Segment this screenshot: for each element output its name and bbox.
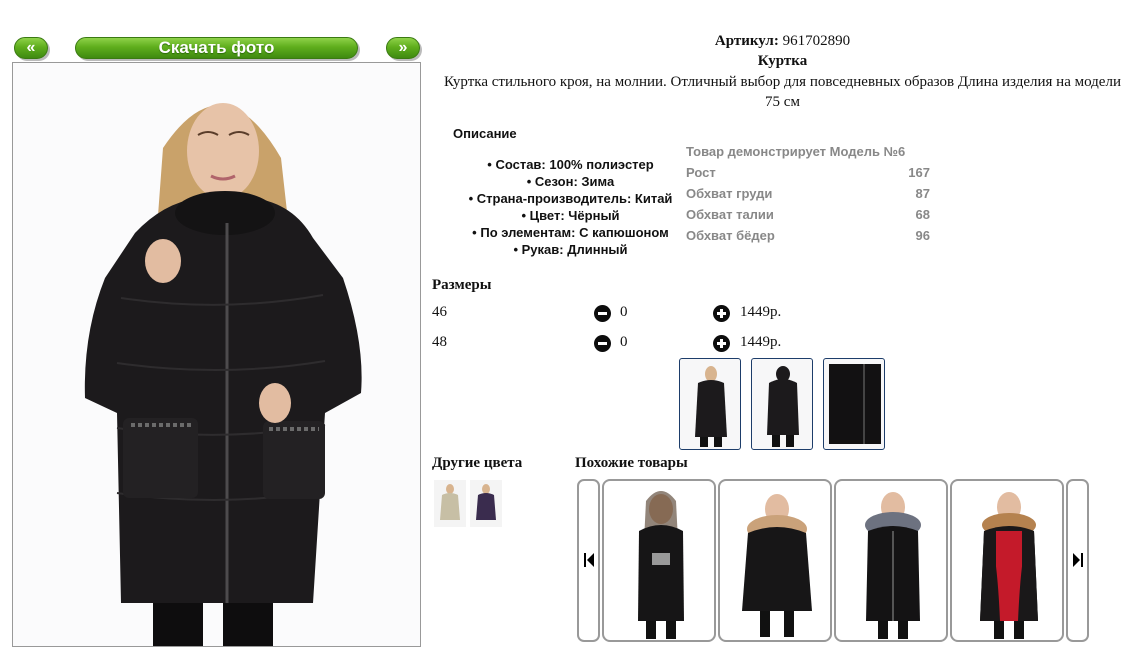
model-heading: Товар демонстрирует Модель №6 (686, 144, 906, 159)
similar-jacket-2-image (742, 494, 812, 637)
download-photo-button[interactable]: Скачать фото (75, 37, 358, 59)
product-title: Куртка (757, 53, 808, 69)
similar-product-card[interactable] (718, 479, 832, 642)
size-label: 46 (432, 304, 447, 320)
article-label: Артикул: (714, 33, 779, 49)
spec-item: Сезон: Зима (454, 173, 687, 190)
similar-product-card[interactable] (834, 479, 948, 642)
jacket-detail-thumbnail-image (829, 364, 881, 444)
spec-item: Состав: 100% полиэстер (454, 156, 687, 173)
model-row-value: 87 (915, 186, 930, 201)
article-value: 961702890 (782, 33, 851, 49)
product-thumbnail-front[interactable] (679, 358, 741, 450)
spec-item: Цвет: Чёрный (454, 207, 687, 224)
purple-jacket-thumbnail-image (476, 484, 496, 520)
similar-product-card[interactable] (950, 479, 1064, 642)
size-label: 48 (432, 334, 447, 350)
model-row-label: Обхват талии (686, 207, 774, 222)
product-thumbnail-back[interactable] (751, 358, 813, 450)
model-measurements: Товар демонстрирует Модель №6 Рост 167 О… (686, 141, 930, 246)
similar-product-card[interactable] (602, 479, 716, 642)
sizes-heading: Размеры (432, 277, 492, 293)
spec-item: Страна-производитель: Китай (454, 190, 687, 207)
jacket-back-thumbnail-image (767, 366, 799, 447)
product-thumbnail-detail[interactable] (823, 358, 885, 450)
model-row: Обхват бёдер 96 (686, 225, 930, 246)
model-row-value: 96 (915, 228, 930, 243)
skip-back-icon (584, 553, 594, 567)
minus-circle-icon[interactable] (594, 335, 611, 352)
minus-circle-icon[interactable] (594, 305, 611, 322)
quantity-value: 0 (620, 334, 628, 350)
spec-item: Рукав: Длинный (454, 241, 687, 258)
carousel-next-button[interactable] (1066, 479, 1089, 642)
size-row: 46 0 1449р. (432, 304, 852, 324)
product-description: Куртка стильного кроя, на молнии. Отличн… (444, 74, 1121, 110)
model-row: Обхват талии 68 (686, 204, 930, 225)
beige-jacket-thumbnail-image (440, 484, 460, 520)
model-row: Рост 167 (686, 162, 930, 183)
model-row-label: Рост (686, 165, 716, 180)
main-product-photo[interactable] (12, 62, 421, 647)
model-row-value: 167 (908, 165, 930, 180)
color-variant-beige[interactable] (434, 480, 466, 527)
similar-products-heading: Похожие товары (575, 455, 688, 471)
other-colors-heading: Другие цвета (432, 455, 523, 471)
size-row: 48 0 1449р. (432, 334, 852, 354)
plus-circle-icon[interactable] (713, 335, 730, 352)
similar-jacket-4-image (980, 492, 1038, 639)
model-row-label: Обхват бёдер (686, 228, 775, 243)
spec-item: По элементам: С капюшоном (454, 224, 687, 241)
specs-heading: Описание (453, 126, 517, 141)
quantity-value: 0 (620, 304, 628, 320)
next-photo-button[interactable]: » (386, 37, 420, 59)
article-line: Артикул: 961702890 (430, 33, 1135, 50)
skip-forward-icon (1073, 553, 1083, 567)
jacket-front-thumbnail-image (695, 366, 727, 447)
model-row-value: 68 (915, 207, 930, 222)
plus-circle-icon[interactable] (713, 305, 730, 322)
model-row: Обхват груди 87 (686, 183, 930, 204)
size-price: 1449р. (740, 304, 782, 320)
prev-photo-button[interactable]: « (14, 37, 48, 59)
similar-jacket-3-image (865, 492, 921, 639)
specs-list: Состав: 100% полиэстер Сезон: Зима Стран… (454, 156, 687, 258)
carousel-prev-button[interactable] (577, 479, 600, 642)
woman-in-black-jacket-image (13, 63, 420, 646)
color-variant-purple[interactable] (470, 480, 502, 527)
size-price: 1449р. (740, 334, 782, 350)
similar-jacket-1-image (638, 491, 684, 639)
model-row-label: Обхват груди (686, 186, 773, 201)
